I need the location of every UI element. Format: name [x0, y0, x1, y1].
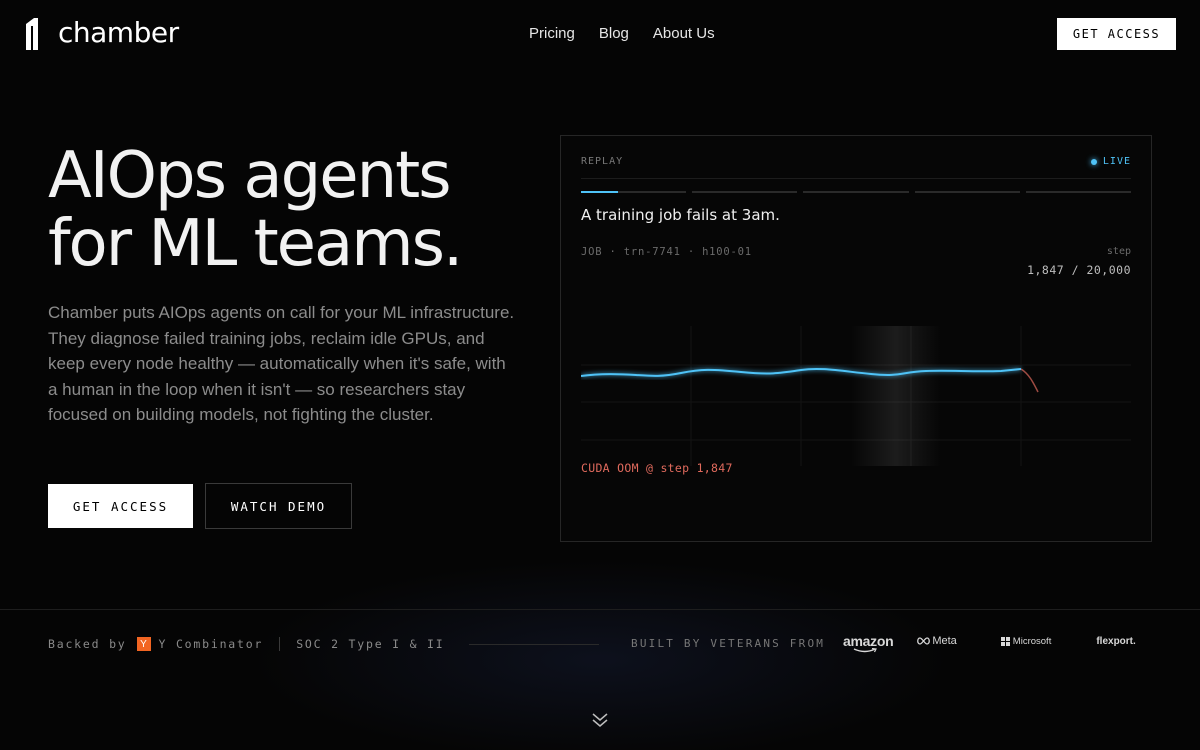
- logo-text: chamber: [58, 16, 179, 49]
- amazon-logo: amazon: [843, 633, 894, 653]
- y-combinator-icon: Y: [136, 637, 151, 651]
- strip-rule: [469, 644, 599, 645]
- amazon-logo-text: amazon: [843, 633, 894, 649]
- microsoft-logo-text: Microsoft: [1012, 635, 1052, 647]
- progress-segment: [581, 191, 687, 193]
- live-dot-icon: [1090, 158, 1097, 165]
- live-label: LIVE: [1102, 156, 1131, 167]
- replay-label: REPLAY: [581, 156, 624, 167]
- meta-logo: Meta: [917, 635, 957, 647]
- chevron-double-down-icon[interactable]: [590, 710, 610, 730]
- header-get-access-button[interactable]: GET ACCESS: [1057, 18, 1176, 50]
- separator: [279, 637, 281, 651]
- panel-heading: A training job fails at 3am.: [581, 206, 780, 224]
- job-info: JOB · trn-7741 · h100-01: [581, 246, 752, 258]
- microsoft-grid-icon: [1000, 636, 1010, 646]
- soc2-badge: SOC 2 Type I & II: [296, 637, 445, 651]
- nav-about-us[interactable]: About Us: [653, 24, 715, 44]
- step-value: 1,847 / 20,000: [1027, 263, 1131, 277]
- progress-segment: [692, 191, 798, 193]
- replay-panel: REPLAY LIVE A training job fails at 3am.…: [560, 135, 1152, 542]
- live-indicator: LIVE: [1090, 156, 1131, 167]
- get-access-button[interactable]: GET ACCESS: [48, 484, 193, 528]
- site-header: chamber Pricing Blog About Us GET ACCESS: [0, 0, 1200, 68]
- meta-infinity-icon: [917, 637, 931, 645]
- hero-title-line-1: AIOps agents: [48, 139, 452, 213]
- replay-progress: [581, 191, 1132, 193]
- backers-row: Backed by Y Y Combinator SOC 2 Type I & …: [48, 637, 445, 651]
- progress-segment: [1025, 191, 1132, 193]
- hero-title: AIOps agents for ML teams.: [48, 142, 528, 278]
- built-by-label: BUILT BY VETERANS FROM: [631, 637, 826, 650]
- progress-segment: [914, 191, 1020, 193]
- microsoft-logo: Microsoft: [1000, 635, 1052, 647]
- loss-chart: [581, 326, 1131, 466]
- hero-subtitle: Chamber puts AIOps agents on call for yo…: [48, 303, 515, 425]
- step-label: step: [1106, 246, 1131, 257]
- company-logos: amazon Meta Microsoft flexport.: [843, 633, 1136, 653]
- error-message: CUDA OOM @ step 1,847: [581, 461, 733, 475]
- meta-logo-text: Meta: [932, 635, 957, 647]
- hero-title-line-2: for ML teams.: [48, 207, 463, 281]
- amazon-smile-icon: [853, 648, 877, 653]
- logo[interactable]: chamber: [24, 16, 179, 50]
- failure-highlight-band: [851, 326, 941, 466]
- chamber-logo-icon: [24, 16, 54, 50]
- progress-segment-fill: [581, 191, 618, 193]
- backed-by-label: Backed by: [48, 637, 127, 651]
- flexport-logo: flexport.: [1096, 635, 1136, 647]
- progress-segment: [803, 191, 909, 193]
- panel-divider: [581, 178, 1131, 179]
- y-combinator-name: Y Combinator: [158, 637, 264, 651]
- main-nav: Pricing Blog About Us: [529, 24, 715, 44]
- nav-blog[interactable]: Blog: [599, 24, 629, 44]
- watch-demo-button[interactable]: WATCH DEMO: [205, 483, 352, 529]
- nav-pricing[interactable]: Pricing: [529, 24, 575, 44]
- failure-drop-line: [1020, 368, 1039, 393]
- section-divider: [0, 609, 1200, 610]
